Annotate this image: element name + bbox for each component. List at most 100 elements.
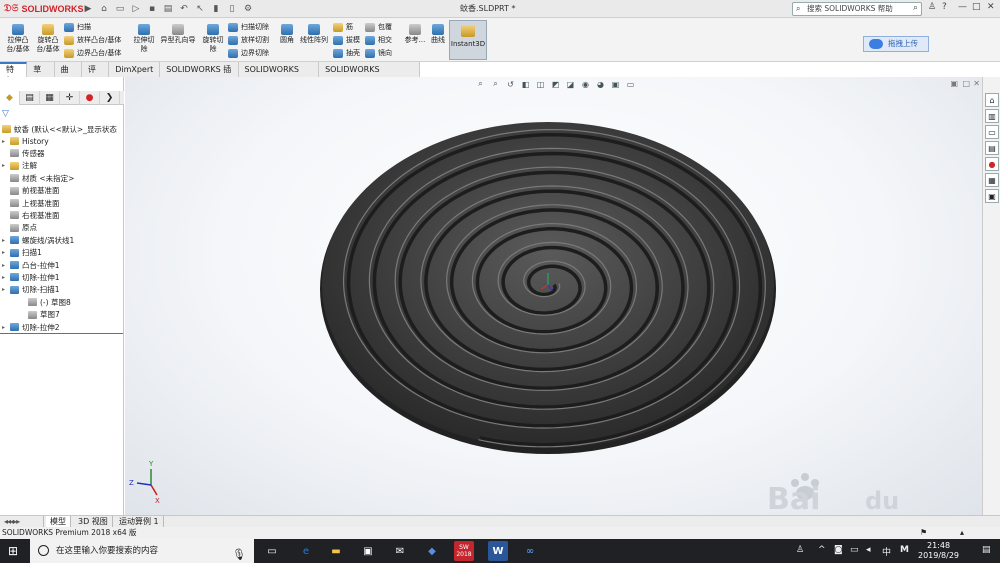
- expand-arrow-icon[interactable]: ▸: [2, 262, 10, 269]
- fillet-button[interactable]: 圆角: [276, 24, 298, 45]
- tree-root[interactable]: 蚊香 (默认<<默认>_显示状态: [2, 123, 117, 135]
- search-go-icon[interactable]: ⌕: [913, 2, 918, 14]
- linear-pattern-button[interactable]: 线性阵列: [298, 24, 330, 45]
- draft-button[interactable]: 拔模: [333, 34, 360, 46]
- dimxpert-manager-tab-icon[interactable]: ✛: [60, 91, 80, 105]
- expand-arrow-icon[interactable]: ▸: [2, 237, 10, 244]
- tree-item[interactable]: 材质 <未指定>: [2, 172, 74, 184]
- user-icon[interactable]: ♙: [928, 2, 936, 12]
- tree-item[interactable]: ▸ 切除-拉伸2: [2, 321, 59, 333]
- tray-app-icon[interactable]: ◙: [834, 545, 843, 555]
- minimize-button[interactable]: —: [958, 2, 967, 12]
- graphics-area[interactable]: ⌕ ⌕ ↺ ◧ ◫ ◩ ◪ ◉ ◕ ▣ ▭ ▣ □ ✕ Y Z X Bai du: [125, 77, 982, 515]
- extruded-boss-button[interactable]: 拉伸凸 台/基体: [3, 24, 33, 54]
- file-properties-icon[interactable]: ▯: [225, 2, 239, 16]
- system-clock[interactable]: 21:48 2019/8/29: [918, 541, 959, 561]
- rollback-bar[interactable]: [0, 333, 123, 334]
- tree-item[interactable]: 传感器: [2, 147, 45, 159]
- home-icon[interactable]: ⌂: [97, 2, 111, 16]
- new-document-icon[interactable]: ▭: [113, 2, 127, 16]
- solidworks-logo[interactable]: 𝔇𝔖 SOLIDWORKS: [0, 0, 83, 18]
- configuration-manager-tab-icon[interactable]: ▦: [40, 91, 60, 105]
- close-button[interactable]: ✕: [987, 2, 995, 12]
- intersect-button[interactable]: 相交: [365, 34, 392, 46]
- tree-item[interactable]: ▸ 注解: [2, 160, 37, 172]
- boundary-boss-button[interactable]: 边界凸台/基体: [64, 47, 121, 59]
- tree-item[interactable]: 前视基准面: [2, 185, 60, 197]
- appearances-icon[interactable]: ●: [985, 157, 999, 171]
- microphone-icon[interactable]: 🎙: [232, 543, 246, 567]
- forum-icon[interactable]: ▣: [985, 189, 999, 203]
- extruded-cut-button[interactable]: 拉伸切 除: [130, 24, 158, 54]
- design-library-icon[interactable]: ▥: [985, 109, 999, 123]
- tree-item[interactable]: ▸ 扫描1: [2, 247, 42, 259]
- store-icon[interactable]: ▣: [358, 541, 378, 561]
- solidworks-taskbar-icon[interactable]: SW 2018: [454, 541, 474, 561]
- mirror-button[interactable]: 镜向: [365, 47, 392, 59]
- tab-sketch[interactable]: 草图: [27, 62, 55, 89]
- swept-cut-button[interactable]: 扫描切除: [228, 21, 269, 33]
- tree-item[interactable]: (-) 草图8: [20, 296, 71, 308]
- volume-icon[interactable]: ◂: [866, 545, 871, 555]
- people-icon[interactable]: ♙: [796, 545, 804, 555]
- mail-icon[interactable]: ✉: [390, 541, 410, 561]
- resources-icon[interactable]: ⌂: [985, 93, 999, 107]
- tab-inspection[interactable]: SOLIDWORKS Inspection: [319, 62, 420, 89]
- tray-expand-icon[interactable]: ^: [818, 545, 826, 555]
- tree-item[interactable]: ▸ 切除-扫描1: [2, 284, 59, 296]
- status-units-icon[interactable]: ▴: [960, 527, 964, 539]
- instant3d-button[interactable]: Instant3D: [449, 20, 487, 60]
- select-icon[interactable]: ↖: [193, 2, 207, 16]
- rib-button[interactable]: 筋: [333, 21, 353, 33]
- rebuild-icon[interactable]: ▮: [209, 2, 223, 16]
- lofted-cut-button[interactable]: 放样切割: [228, 34, 269, 46]
- hole-wizard-button[interactable]: 异型孔向导: [158, 24, 198, 45]
- tree-item[interactable]: ▸ 凸台-拉伸1: [2, 259, 59, 271]
- drag-upload-button[interactable]: 拖拽上传: [863, 36, 929, 52]
- expand-arrow-icon[interactable]: ▸: [2, 286, 10, 293]
- help-icon[interactable]: ?: [942, 2, 947, 12]
- tab-dimxpert[interactable]: DimXpert: [109, 62, 161, 77]
- taskbar-search-input[interactable]: 在这里输入你要搜索的内容 🎙: [30, 539, 254, 563]
- sweep-button[interactable]: 扫描: [64, 21, 91, 33]
- curves-button[interactable]: 曲线: [428, 24, 448, 45]
- feature-manager-tab-icon[interactable]: ◆: [0, 91, 20, 105]
- save-icon[interactable]: ▪: [145, 2, 159, 16]
- app-icon[interactable]: ◆: [422, 541, 442, 561]
- maximize-button[interactable]: □: [972, 2, 981, 12]
- tab-addins[interactable]: SOLIDWORKS 插件: [160, 62, 239, 89]
- expand-arrow-icon[interactable]: ▸: [2, 138, 10, 145]
- expand-arrow-icon[interactable]: ▸: [2, 249, 10, 256]
- file-explorer-taskbar-icon[interactable]: ▬: [326, 541, 346, 561]
- mosquito-coil-model[interactable]: Y Z X: [125, 77, 982, 515]
- boundary-cut-button[interactable]: 边界切除: [228, 47, 269, 59]
- undo-icon[interactable]: ↶: [177, 2, 191, 16]
- edge-browser-icon[interactable]: e: [296, 541, 316, 561]
- revolved-boss-button[interactable]: 旋转凸 台/基体: [33, 24, 63, 54]
- tab-mbd[interactable]: SOLIDWORKS MBD: [239, 62, 320, 89]
- tab-features[interactable]: 特征: [0, 62, 28, 85]
- tree-item[interactable]: 原点: [2, 222, 37, 234]
- expand-arrow-icon[interactable]: ▸: [2, 324, 10, 331]
- windows-start-icon[interactable]: ⊞: [8, 544, 18, 558]
- reference-geometry-button[interactable]: 参考...: [402, 24, 428, 45]
- loft-boss-button[interactable]: 放样凸台/基体: [64, 34, 121, 46]
- word-taskbar-icon[interactable]: W: [488, 541, 508, 561]
- expand-menu-icon[interactable]: ▶: [81, 2, 95, 16]
- view-palette-icon[interactable]: ▤: [985, 141, 999, 155]
- options-gear-icon[interactable]: ⚙: [241, 2, 255, 16]
- tree-item[interactable]: ▸ 切除-拉伸1: [2, 271, 59, 283]
- notifications-icon[interactable]: ▤: [982, 545, 991, 555]
- panel-more-icon[interactable]: ❯: [100, 91, 120, 105]
- task-view-icon[interactable]: ▭: [262, 541, 282, 561]
- baidu-netdisk-icon[interactable]: ∞: [520, 541, 540, 561]
- expand-arrow-icon[interactable]: ▸: [2, 274, 10, 281]
- tab-surfaces[interactable]: 曲面: [55, 62, 82, 89]
- revolved-cut-button[interactable]: 旋转切 除: [199, 24, 227, 54]
- tree-item[interactable]: 草图7: [20, 309, 60, 321]
- shell-button[interactable]: 抽壳: [333, 47, 360, 59]
- ime-indicator[interactable]: 中: [882, 545, 891, 558]
- status-rebuild-icon[interactable]: ⚑: [920, 527, 927, 539]
- wrap-button[interactable]: 包覆: [365, 21, 392, 33]
- network-icon[interactable]: ▭: [850, 545, 859, 555]
